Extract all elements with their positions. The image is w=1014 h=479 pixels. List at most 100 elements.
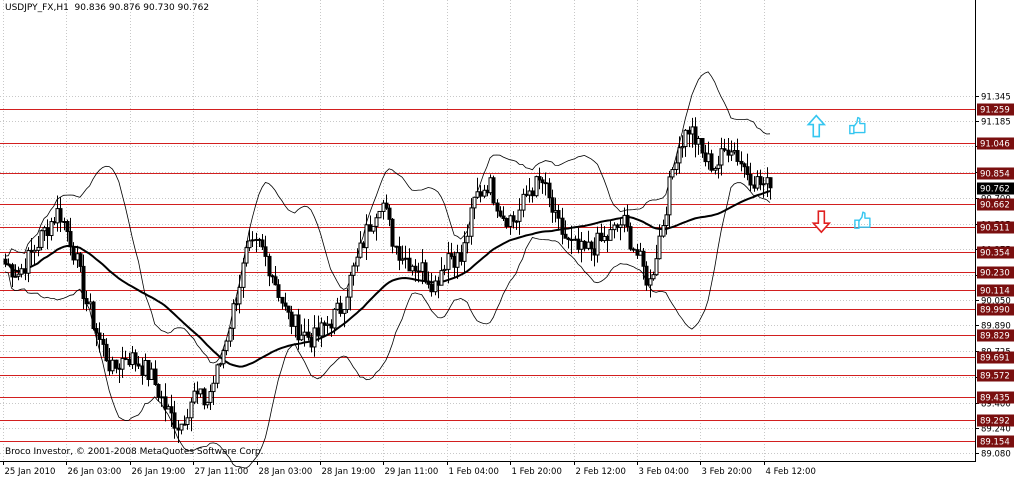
- candle-body: [71, 246, 76, 261]
- candle-body: [403, 257, 408, 260]
- candle-body: [439, 270, 444, 286]
- candle-body: [104, 343, 109, 362]
- candle-body: [377, 210, 382, 219]
- candle-body: [280, 296, 285, 304]
- x-tick-label: 28 Jan 03:00: [259, 467, 313, 477]
- candle-body: [211, 382, 216, 393]
- candle-body: [250, 239, 255, 242]
- candle-body: [364, 224, 369, 249]
- candle-body: [661, 225, 666, 237]
- candle-body: [65, 221, 70, 233]
- candle-body: [153, 368, 158, 385]
- candle-body: [677, 147, 682, 164]
- candle-body: [521, 193, 526, 211]
- candle-body: [19, 268, 24, 275]
- candle-body: [345, 296, 350, 311]
- candle-body: [84, 298, 89, 305]
- candle-body: [221, 350, 226, 365]
- x-tick-label: 3 Feb 20:00: [702, 467, 752, 477]
- candle-body: [654, 258, 659, 276]
- candle-body: [462, 242, 467, 262]
- candle-body: [641, 250, 646, 267]
- level-label: 90.354: [980, 249, 1010, 259]
- x-tick-label: 28 Jan 19:00: [322, 467, 376, 477]
- candle-body: [101, 338, 106, 345]
- candle-body: [114, 359, 119, 369]
- candle-body: [224, 340, 229, 352]
- candle-body: [332, 308, 337, 329]
- x-tick-label: 26 Jan 03:00: [68, 467, 122, 477]
- candle-body: [429, 283, 434, 293]
- candle-body: [670, 169, 675, 178]
- level-label: 89.990: [980, 306, 1010, 316]
- level-label: 90.511: [980, 224, 1010, 234]
- candle-body: [237, 286, 242, 305]
- candle-body: [683, 129, 688, 148]
- x-tick-label: 1 Feb 04:00: [449, 467, 499, 477]
- candle-body: [674, 162, 679, 171]
- candle-body: [338, 302, 343, 314]
- candle-body: [133, 352, 138, 365]
- candle-body: [664, 214, 669, 227]
- candle-body: [569, 238, 574, 241]
- candle-body: [455, 252, 460, 268]
- candle-body: [397, 246, 402, 261]
- candle-body: [648, 278, 653, 286]
- y-tick-label: 91.185: [981, 118, 1011, 128]
- candle-body: [517, 209, 522, 222]
- level-label: 91.046: [980, 140, 1010, 150]
- level-label: 90.230: [980, 269, 1010, 279]
- x-tick-label: 2 Feb 12:00: [576, 467, 626, 477]
- candle-body: [696, 137, 701, 145]
- candle-body: [709, 153, 714, 171]
- candle-body: [758, 176, 763, 185]
- candle-body: [208, 391, 213, 403]
- x-tick-label: 4 Feb 12:00: [766, 467, 816, 477]
- candle-body: [273, 276, 278, 286]
- level-label: 89.572: [980, 372, 1010, 382]
- candle-body: [247, 240, 252, 249]
- candle-body: [10, 264, 15, 278]
- candle-body: [748, 173, 753, 186]
- candle-body: [700, 137, 705, 154]
- candle-body: [172, 412, 177, 429]
- level-label: 90.114: [980, 287, 1010, 297]
- candle-body: [556, 210, 561, 219]
- x-tick-label: 29 Jan 11:00: [385, 467, 439, 477]
- y-tick-label: 89.080: [981, 450, 1011, 460]
- candle-body: [735, 150, 740, 162]
- candle-body: [722, 148, 727, 151]
- candle-body: [543, 182, 548, 185]
- candle-body: [263, 246, 268, 257]
- candle-body: [78, 253, 83, 267]
- level-label: 89.691: [980, 354, 1010, 364]
- candle-body: [68, 231, 73, 248]
- candle-body: [355, 256, 360, 267]
- x-tick-label: 25 Jan 2010: [5, 467, 56, 477]
- candle-body: [618, 224, 623, 228]
- candle-body: [469, 207, 474, 237]
- candle-body: [110, 359, 115, 372]
- candle-body: [149, 368, 154, 380]
- level-label: 91.259: [980, 106, 1010, 116]
- candle-body: [215, 364, 220, 384]
- candle-body: [58, 208, 63, 223]
- candle-body: [6, 263, 11, 266]
- price-chart: 91.34591.18591.02590.86090.70090.53590.3…: [0, 0, 1014, 479]
- symbol-label: USDJPY_FX,H1: [5, 3, 69, 13]
- candle-body: [156, 383, 161, 398]
- candle-body: [608, 229, 613, 241]
- candle-body: [289, 311, 294, 327]
- candle-body: [45, 227, 50, 237]
- candle-body: [495, 202, 500, 212]
- candle-body: [231, 303, 236, 329]
- x-tick-label: 3 Feb 04:00: [639, 467, 689, 477]
- level-label: 90.854: [980, 170, 1010, 180]
- candle-body: [651, 274, 656, 280]
- candle-body: [348, 274, 353, 298]
- candle-body: [81, 265, 86, 300]
- candle-body: [39, 230, 44, 248]
- candle-body: [719, 148, 724, 166]
- candle-body: [276, 284, 281, 298]
- candle-body: [563, 233, 568, 239]
